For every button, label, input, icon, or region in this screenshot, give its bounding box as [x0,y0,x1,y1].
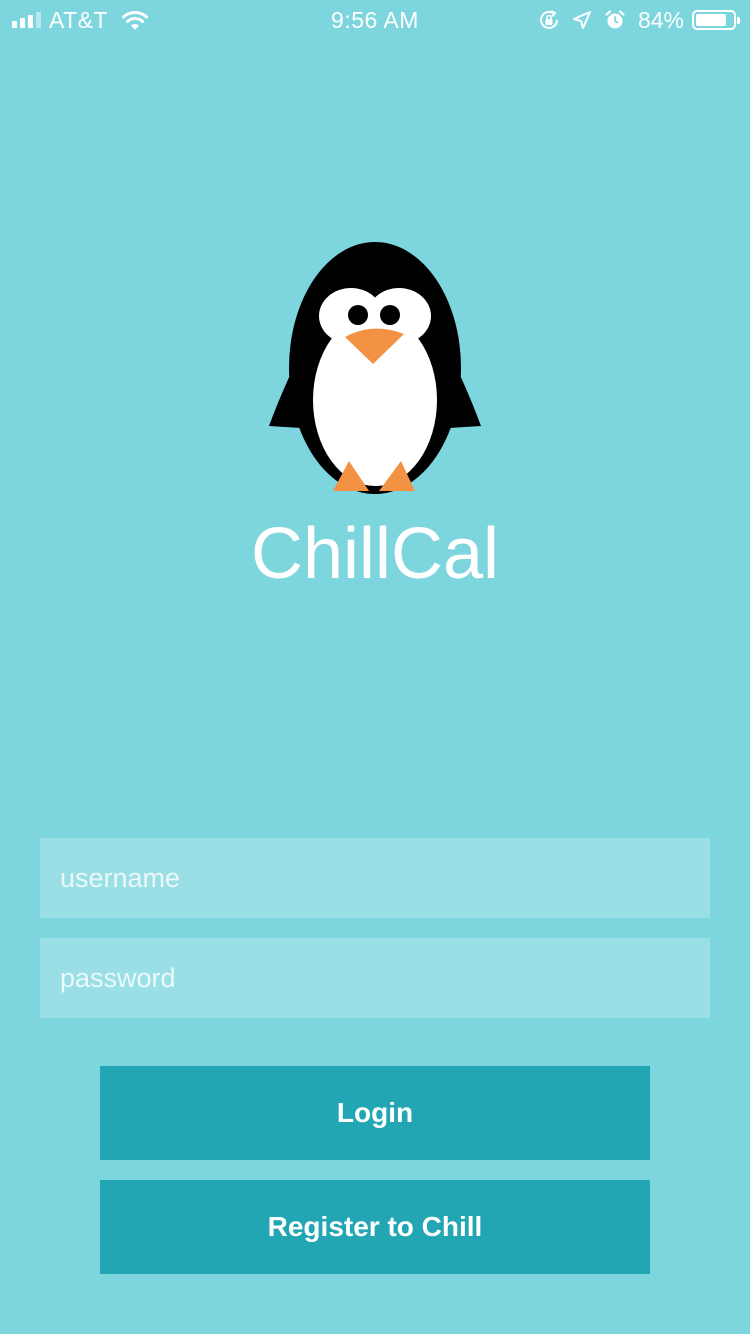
location-icon [572,11,591,29]
orientation-lock-icon [539,10,558,29]
battery-icon [692,10,740,30]
battery-level [696,14,727,26]
battery-percent: 84% [637,6,684,33]
app-title: ChillCal [250,514,500,594]
penguin-logo [269,242,481,494]
username-input[interactable] [40,838,710,918]
alarm-icon [605,10,625,29]
penguin-left-eye [348,305,368,325]
status-bar-right: 84% [538,6,740,33]
password-input[interactable] [40,938,710,1018]
login-button[interactable]: Login [100,1066,650,1160]
register-button[interactable]: Register to Chill [100,1180,650,1274]
status-bar: AT&T 9:56 AM 84% [0,0,750,40]
penguin-right-eye [380,305,400,325]
